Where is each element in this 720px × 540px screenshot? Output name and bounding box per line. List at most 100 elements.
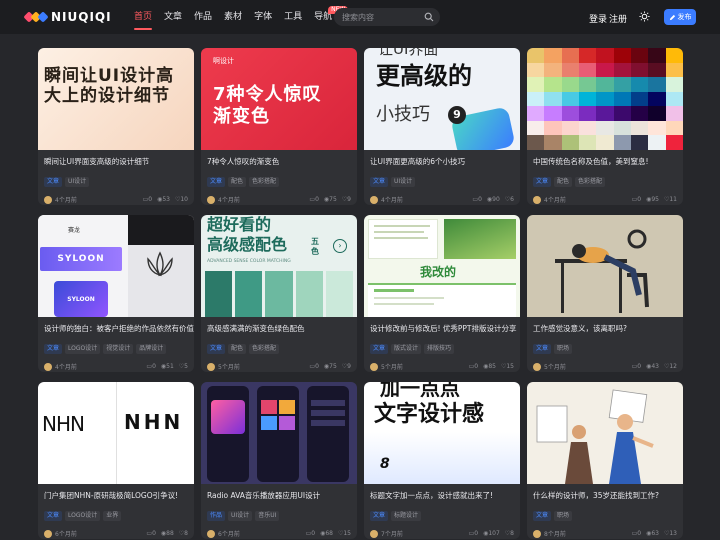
post-card[interactable]: NHN NHN 门户集团NHN-原研哉极简LOGO引争议! 文章 LOGO设计 业界… <box>38 382 194 539</box>
category-tag[interactable]: 作品 <box>207 511 226 521</box>
avatar[interactable] <box>370 529 378 538</box>
tag[interactable]: UI设计 <box>228 511 253 521</box>
post-card[interactable]: 加一点点 文字设计感 8 标题文字加一点点，设计感就出来了! 文章 标题设计 7个… <box>364 382 520 539</box>
palette-swatch <box>596 77 614 92</box>
post-card[interactable]: 工作感觉没意义，该离职吗? 文章 职场 5个月前 ▭0 ◉43 ♡12 <box>527 215 683 372</box>
post-thumbnail[interactable] <box>527 215 683 317</box>
post-thumbnail[interactable]: 超好看的 高级感配色 五色 › ADVANCED SENSE COLOR MAT… <box>201 215 357 317</box>
post-card[interactable]: 让UI界面 更高级的 小技巧 9 让UI界面更高级的6个小技巧 文章 UI设计 4… <box>364 48 520 205</box>
post-card[interactable]: 瞬间让UI设计高大上的设计细节 瞬间让UI界面变高级的设计细节 文章 UI设计 … <box>38 48 194 205</box>
tag[interactable]: LOGO设计 <box>65 344 101 354</box>
post-title[interactable]: 工作感觉没意义，该离职吗? <box>527 317 683 339</box>
category-tag[interactable]: 文章 <box>370 177 389 187</box>
tag[interactable]: 标题设计 <box>391 511 422 521</box>
avatar[interactable] <box>370 362 378 371</box>
post-title[interactable]: 7种令人惊叹的渐变色 <box>201 150 357 172</box>
publish-button[interactable]: 发布 <box>664 9 696 25</box>
post-thumbnail[interactable]: 我改的 <box>364 215 520 317</box>
tag[interactable]: 配色 <box>554 177 573 187</box>
tag[interactable]: 配色 <box>228 177 247 187</box>
tag[interactable]: UI设计 <box>65 177 90 187</box>
avatar[interactable] <box>44 529 52 538</box>
category-tag[interactable]: 文章 <box>44 344 63 354</box>
category-tag[interactable]: 文章 <box>44 177 63 187</box>
tag[interactable]: 品牌设计 <box>136 344 167 354</box>
post-thumbnail[interactable] <box>527 48 683 150</box>
category-tag[interactable]: 文章 <box>370 511 389 521</box>
tag[interactable]: LOGO设计 <box>65 511 101 521</box>
avatar[interactable] <box>370 195 378 204</box>
tag[interactable]: 视觉设计 <box>103 344 134 354</box>
tag[interactable]: UI设计 <box>391 177 416 187</box>
like-count: ♡8 <box>178 530 188 537</box>
category-tag[interactable]: 文章 <box>207 177 226 187</box>
site-logo[interactable]: NIUQIQI <box>23 9 112 25</box>
nav-navigation[interactable]: 导航NEW <box>314 0 349 34</box>
post-title[interactable]: 瞬间让UI界面变高级的设计细节 <box>38 150 194 172</box>
post-thumbnail[interactable]: 让UI界面 更高级的 小技巧 9 <box>364 48 520 150</box>
post-card[interactable]: 赛龙 SYLOON SYLOON 设计师的独白：被客户拒绝的作品依然有价值 文章… <box>38 215 194 372</box>
post-card[interactable]: 超好看的 高级感配色 五色 › ADVANCED SENSE COLOR MAT… <box>201 215 357 372</box>
post-title[interactable]: 门户集团NHN-原研哉极简LOGO引争议! <box>38 484 194 506</box>
tag[interactable]: 色彩搭配 <box>575 177 606 187</box>
tag[interactable]: 排版技巧 <box>424 344 455 354</box>
theme-toggle-icon[interactable] <box>639 11 650 22</box>
post-thumbnail[interactable]: 加一点点 文字设计感 8 <box>364 382 520 484</box>
comment-count: ▭0 <box>631 196 642 203</box>
post-card[interactable]: 什么样的设计师，35岁还能找到工作? 文章 职场 8个月前 ▭0 ◉63 ♡13 <box>527 382 683 539</box>
nav-materials[interactable]: 素材 <box>224 0 242 34</box>
post-title[interactable]: 高级感满满的渐变色绿色配色 <box>201 317 357 339</box>
palette-swatch <box>648 48 666 63</box>
register-link[interactable]: 注册 <box>609 12 627 25</box>
avatar[interactable] <box>207 362 215 371</box>
post-title[interactable]: 中国传统色名称及色值，美到窒息! <box>527 150 683 172</box>
avatar[interactable] <box>207 195 215 204</box>
category-tag[interactable]: 文章 <box>533 177 552 187</box>
tag[interactable]: 职场 <box>554 344 573 354</box>
post-thumbnail[interactable]: NHN NHN <box>38 382 194 484</box>
tag[interactable]: 配色 <box>228 344 247 354</box>
post-card[interactable]: 我改的 设计修改前与修改后! 优秀PPT排版设计分享 文章 版式设计 排版技巧 5个… <box>364 215 520 372</box>
avatar[interactable] <box>44 362 52 371</box>
avatar[interactable] <box>207 529 215 538</box>
nav-tools[interactable]: 工具 <box>284 0 302 34</box>
post-card[interactable]: 中国传统色名称及色值，美到窒息! 文章 配色 色彩搭配 4个月前 ▭0 ◉95 ♡11 <box>527 48 683 205</box>
post-thumbnail[interactable] <box>201 382 357 484</box>
category-tag[interactable]: 文章 <box>533 511 552 521</box>
tag[interactable]: 职场 <box>554 511 573 521</box>
post-thumbnail[interactable]: 赛龙 SYLOON SYLOON <box>38 215 194 317</box>
post-card[interactable]: Radio AVA音乐播放器应用UI设计 作品 UI设计 音乐UI 6个月前 ▭0 ◉6… <box>201 382 357 539</box>
category-tag[interactable]: 文章 <box>207 344 226 354</box>
post-title[interactable]: 什么样的设计师，35岁还能找到工作? <box>527 484 683 506</box>
like-count: ♡5 <box>178 363 188 370</box>
category-tag[interactable]: 文章 <box>533 344 552 354</box>
post-thumbnail[interactable]: 瞬间让UI设计高大上的设计细节 <box>38 48 194 150</box>
category-tag[interactable]: 文章 <box>44 511 63 521</box>
avatar[interactable] <box>533 195 541 204</box>
login-link[interactable]: 登录 <box>589 12 607 25</box>
avatar[interactable] <box>44 195 52 204</box>
tag[interactable]: 色彩搭配 <box>249 177 280 187</box>
post-title[interactable]: 标题文字加一点点，设计感就出来了! <box>364 484 520 506</box>
search-icon[interactable] <box>424 12 434 22</box>
category-tag[interactable]: 文章 <box>370 344 389 354</box>
post-card[interactable]: 啊设计 7种令人惊叹渐变色 7种令人惊叹的渐变色 文章 配色 色彩搭配 4个月前 ▭0… <box>201 48 357 205</box>
nav-works[interactable]: 作品 <box>194 0 212 34</box>
tag[interactable]: 版式设计 <box>391 344 422 354</box>
avatar[interactable] <box>533 362 541 371</box>
tag[interactable]: 音乐UI <box>255 511 280 521</box>
post-title[interactable]: 设计修改前与修改后! 优秀PPT排版设计分享 <box>364 317 520 339</box>
tag[interactable]: 色彩搭配 <box>249 344 280 354</box>
nav-articles[interactable]: 文章 <box>164 0 182 34</box>
nav-home[interactable]: 首页 <box>134 0 153 34</box>
post-title[interactable]: 设计师的独白：被客户拒绝的作品依然有价值 <box>38 317 194 339</box>
post-title[interactable]: Radio AVA音乐播放器应用UI设计 <box>201 484 357 506</box>
post-thumbnail[interactable]: 啊设计 7种令人惊叹渐变色 <box>201 48 357 150</box>
nav-fonts[interactable]: 字体 <box>254 0 272 34</box>
post-thumbnail[interactable] <box>527 382 683 484</box>
search-input[interactable] <box>342 12 422 22</box>
palette-swatch <box>648 120 666 136</box>
tag[interactable]: 业界 <box>103 511 122 521</box>
avatar[interactable] <box>533 529 541 538</box>
post-title[interactable]: 让UI界面更高级的6个小技巧 <box>364 150 520 172</box>
